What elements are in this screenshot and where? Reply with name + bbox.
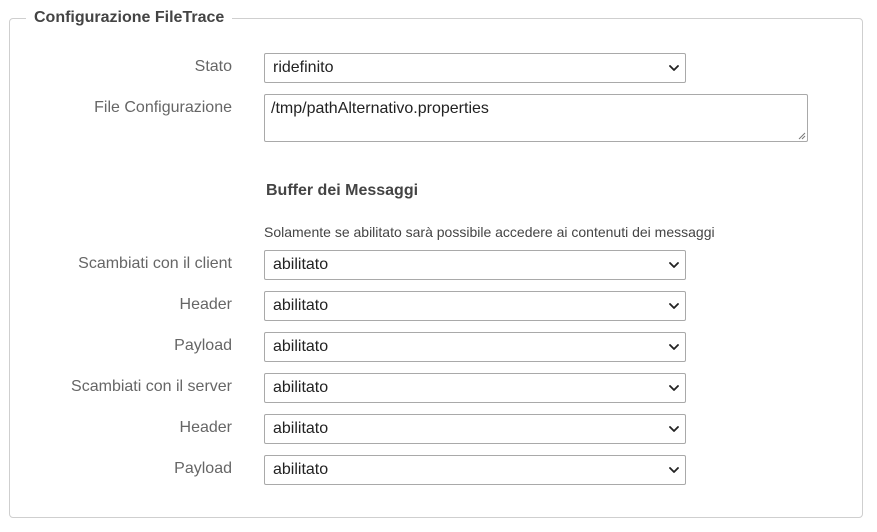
- buffer-section-title: Buffer dei Messaggi: [266, 182, 419, 199]
- buffer-server-header-label: Header: [179, 419, 232, 436]
- buffer-server-header-value: abilitato: [273, 420, 329, 437]
- buffer-client-header-value: abilitato: [273, 297, 329, 314]
- fieldset-legend: Configurazione FileTrace: [26, 8, 233, 28]
- buffer-client-label: Scambiati con il client: [78, 255, 232, 272]
- buffer-server-select[interactable]: abilitato: [264, 373, 686, 403]
- file-configurazione-label: File Configurazione: [94, 99, 232, 116]
- stato-label: Stato: [194, 58, 232, 75]
- buffer-client-header-label: Header: [179, 296, 232, 313]
- chevron-down-icon: [669, 344, 679, 350]
- resize-grip-icon[interactable]: [796, 130, 806, 140]
- stato-select[interactable]: ridefinito: [264, 53, 686, 83]
- chevron-down-icon: [669, 467, 679, 473]
- buffer-server-value: abilitato: [273, 379, 329, 396]
- buffer-server-payload-select[interactable]: abilitato: [264, 455, 686, 485]
- chevron-down-icon: [669, 385, 679, 391]
- buffer-client-payload-select[interactable]: abilitato: [264, 332, 686, 362]
- buffer-client-value: abilitato: [273, 256, 329, 273]
- chevron-down-icon: [669, 65, 679, 71]
- file-configurazione-textarea[interactable]: /tmp/pathAlternativo.properties: [264, 94, 808, 142]
- chevron-down-icon: [669, 303, 679, 309]
- chevron-down-icon: [669, 426, 679, 432]
- stato-select-value: ridefinito: [273, 59, 334, 76]
- buffer-client-payload-value: abilitato: [273, 338, 329, 355]
- buffer-server-header-select[interactable]: abilitato: [264, 414, 686, 444]
- buffer-server-payload-value: abilitato: [273, 461, 329, 478]
- chevron-down-icon: [669, 262, 679, 268]
- buffer-client-payload-label: Payload: [174, 337, 232, 354]
- buffer-client-select[interactable]: abilitato: [264, 250, 686, 280]
- buffer-server-label: Scambiati con il server: [71, 378, 232, 395]
- buffer-server-payload-label: Payload: [174, 460, 232, 477]
- buffer-client-header-select[interactable]: abilitato: [264, 291, 686, 321]
- buffer-note: Solamente se abilitato sarà possibile ac…: [264, 224, 715, 240]
- file-configurazione-value: /tmp/pathAlternativo.properties: [271, 100, 489, 117]
